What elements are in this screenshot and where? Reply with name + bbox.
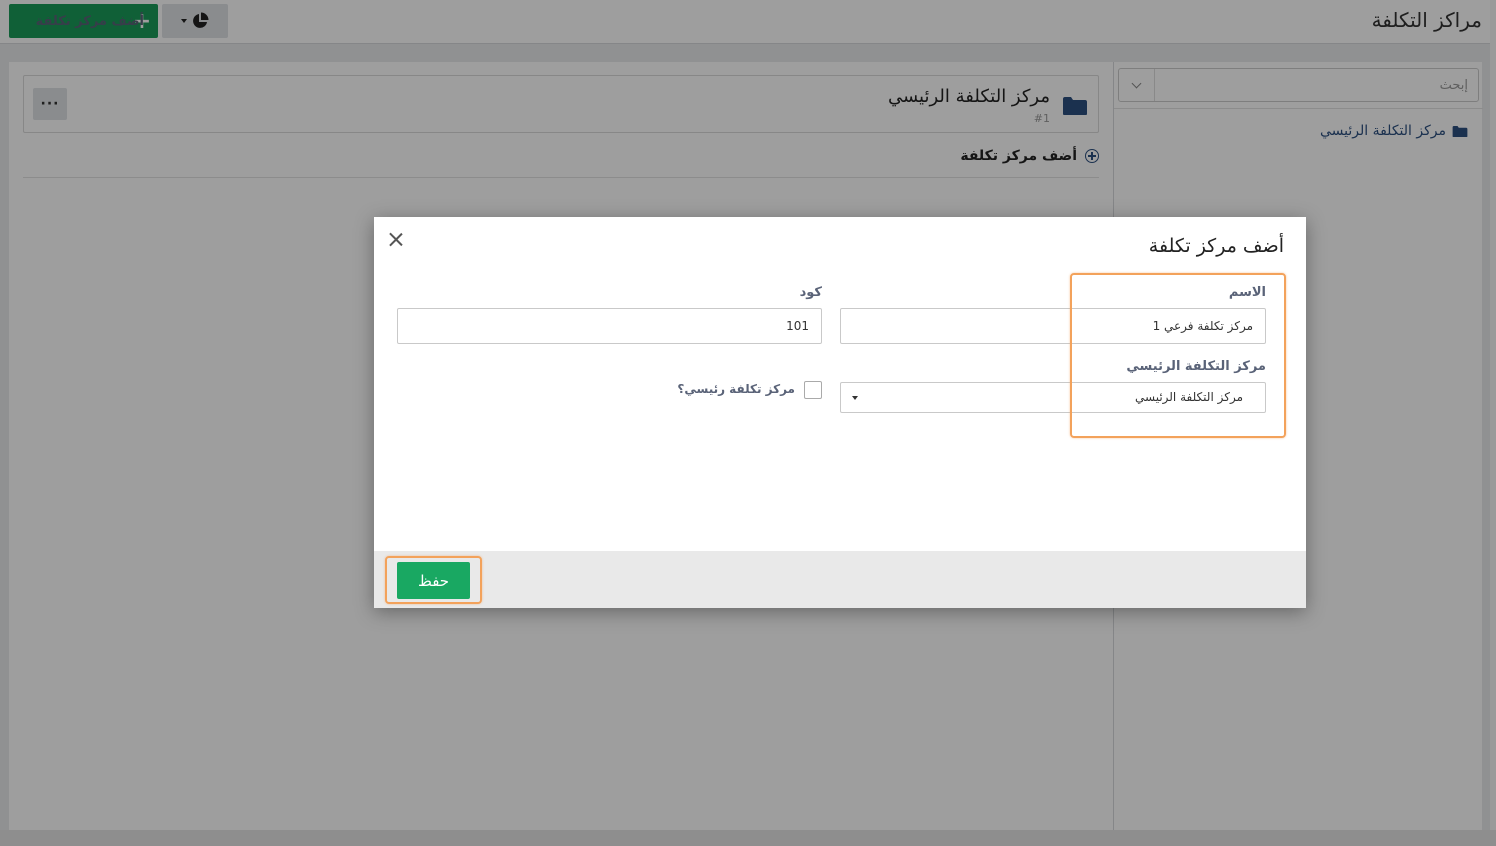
modal-footer: حفظ [374,551,1306,608]
parent-cost-center-select[interactable]: مركز التكلفة الرئيسي [840,382,1266,413]
window-edge [1490,0,1496,846]
is-main-checkbox[interactable] [804,381,822,399]
code-label: كود [799,285,822,300]
code-input[interactable] [397,308,822,344]
window-edge [0,830,1496,846]
name-label: الاسم [1228,285,1266,300]
is-main-label: مركز تكلفة رئيسي؟ [677,382,795,396]
caret-down-icon [852,396,858,400]
close-icon[interactable] [387,230,405,248]
modal-title: أضف مركز تكلفة [1148,235,1284,257]
save-button[interactable]: حفظ [397,562,470,599]
name-input[interactable] [840,308,1266,344]
parent-cost-center-label: مركز التكلفة الرئيسي [1126,359,1266,374]
add-cost-center-modal: أضف مركز تكلفة الاسم كود مركز التكلفة ال… [374,217,1306,608]
parent-cost-center-value: مركز التكلفة الرئيسي [1134,390,1243,404]
